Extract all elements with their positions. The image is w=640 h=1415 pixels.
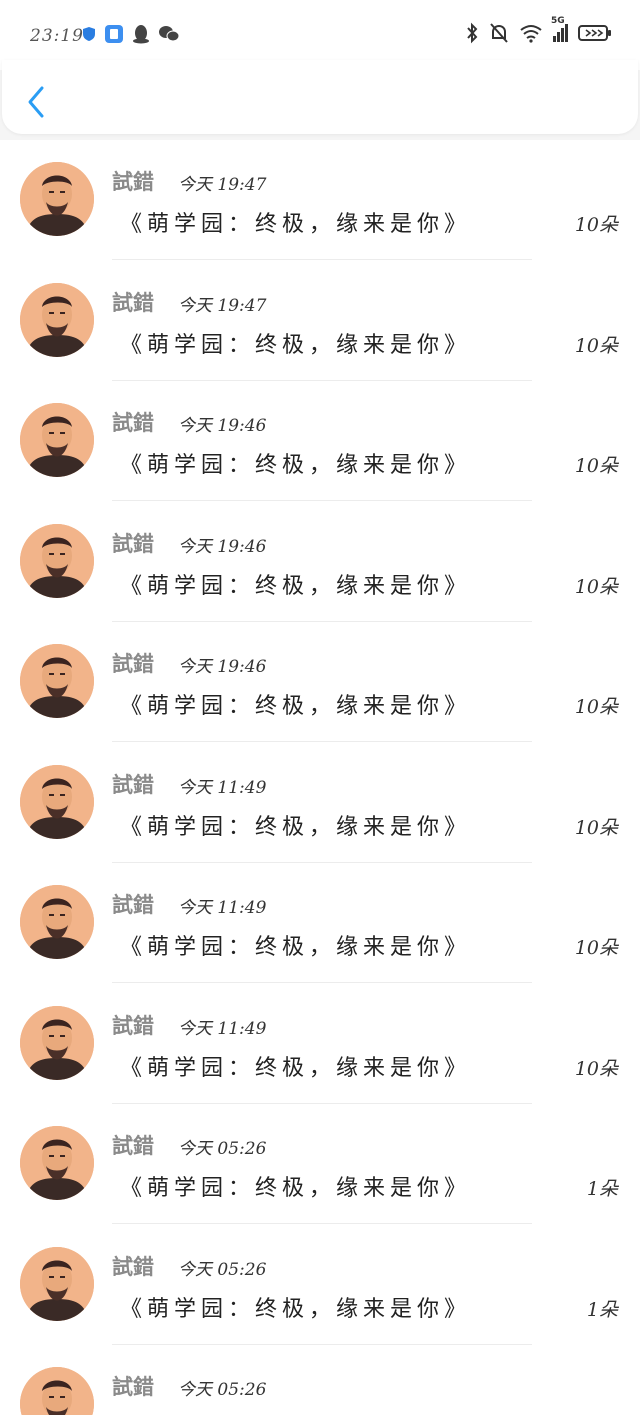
gift-title: 《萌学园：终极，缘来是你》 (120, 1296, 472, 1322)
gift-count: 1朵 (586, 1178, 618, 1200)
avatar-portrait-image (20, 764, 94, 839)
list-item[interactable]: 試錯 今天 19:46 《萌学园：终极，缘来是你》 10朵 (0, 381, 640, 501)
gift-time: 今天 11:49 (178, 1018, 267, 1039)
list-item[interactable]: 試錯 今天 19:46 《萌学园：终极，缘来是你》 10朵 (0, 622, 640, 742)
list-item[interactable]: 試錯 今天 05:26 《萌学园：终极，缘来是你》 (0, 1345, 640, 1415)
gift-title: 《萌学园：终极，缘来是你》 (120, 453, 472, 478)
list-item[interactable]: 試錯 今天 19:47 《萌学园：终极，缘来是你》 10朵 (0, 261, 640, 381)
avatar[interactable] (20, 1005, 94, 1080)
status-icons-left (82, 24, 180, 44)
gift-time: 今天 11:49 (178, 777, 267, 798)
avatar-portrait-image (20, 1367, 94, 1415)
gift-title: 《萌学园：终极，缘来是你》 (120, 814, 472, 840)
app-icon (105, 25, 123, 43)
mute-icon (490, 23, 508, 43)
wifi-icon (520, 25, 542, 43)
avatar-portrait-image (20, 403, 94, 477)
sender-name: 試錯 (112, 412, 154, 435)
gift-count: 10朵 (574, 575, 618, 598)
gift-count: 10朵 (574, 816, 618, 839)
gift-title: 《萌学园：终极，缘来是你》 (120, 694, 472, 719)
chevron-left-icon[interactable] (24, 84, 48, 120)
gift-count: 10朵 (574, 696, 618, 718)
list-item[interactable]: 試錯 今天 11:49 《萌学园：终极，缘来是你》 10朵 (0, 743, 640, 863)
list-item[interactable]: 試錯 今天 05:26 《萌学园：终极，缘来是你》 1朵 (0, 1225, 640, 1345)
gift-title: 《萌学园：终极，缘来是你》 (120, 573, 472, 599)
gift-title: 《萌学园：终极，缘来是你》 (120, 935, 472, 960)
sender-name: 試錯 (112, 1255, 154, 1279)
bluetooth-icon (467, 22, 478, 44)
avatar-portrait-image (20, 885, 94, 959)
gift-time: 今天 19:47 (178, 175, 267, 195)
avatar[interactable] (20, 403, 94, 477)
gift-time: 今天 05:26 (178, 1139, 267, 1159)
avatar-portrait-image (20, 644, 94, 718)
avatar[interactable] (20, 644, 94, 718)
signal-icon: 5G (551, 16, 568, 42)
gift-time: 今天 05:26 (178, 1259, 267, 1280)
status-time: 23:19 (30, 26, 84, 46)
gift-time: 今天 19:46 (178, 536, 267, 557)
gift-count: 10朵 (574, 334, 618, 357)
wechat-icon (159, 26, 180, 42)
avatar-portrait-image (20, 282, 94, 357)
sender-name: 試錯 (112, 291, 154, 315)
list-item[interactable]: 試錯 今天 11:49 《萌学园：终极，缘来是你》 10朵 (0, 863, 640, 983)
sender-name: 試錯 (112, 773, 154, 797)
avatar-portrait-image (20, 523, 94, 598)
avatar[interactable] (20, 764, 94, 839)
sender-name: 試錯 (112, 894, 154, 917)
avatar-portrait-image (20, 162, 94, 236)
sender-name: 試錯 (112, 1014, 154, 1038)
gift-time: 今天 05:26 (178, 1380, 267, 1400)
sender-name: 試錯 (112, 1135, 154, 1158)
qq-icon (133, 25, 149, 44)
avatar[interactable] (20, 282, 94, 357)
gift-title: 《萌学园：终极，缘来是你》 (120, 1411, 471, 1415)
gift-record-list: 試錯 今天 19:47 《萌学园：终极，缘来是你》 10朵 試錯 今天 19:4… (0, 140, 640, 1415)
gift-time: 今天 19:46 (178, 657, 267, 677)
network-type-label: 5G (551, 16, 565, 26)
top-nav-bar (2, 60, 638, 134)
gift-title: 《萌学园：终极，缘来是你》 (120, 1055, 472, 1081)
sender-name: 試錯 (112, 171, 154, 194)
avatar[interactable] (20, 1246, 94, 1321)
list-item[interactable]: 試錯 今天 19:46 《萌学园：终极，缘来是你》 10朵 (0, 502, 640, 622)
gift-count: 10朵 (574, 1057, 618, 1080)
gift-count: 10朵 (574, 937, 618, 959)
gift-count: 10朵 (574, 455, 618, 477)
gift-time: 今天 19:46 (178, 416, 267, 436)
list-item[interactable]: 試錯 今天 19:47 《萌学园：终极，缘来是你》 10朵 (0, 140, 640, 260)
avatar-portrait-image (20, 1005, 94, 1080)
battery-icon (578, 25, 611, 41)
avatar[interactable] (20, 885, 94, 959)
avatar-portrait-image (20, 1246, 94, 1321)
gift-time: 今天 11:49 (178, 898, 267, 918)
avatar-portrait-image (20, 1126, 94, 1200)
shield-icon (83, 27, 95, 41)
avatar[interactable] (20, 523, 94, 598)
list-item[interactable]: 試錯 今天 05:26 《萌学园：终极，缘来是你》 1朵 (0, 1104, 640, 1224)
gift-count: 1朵 (586, 1298, 618, 1321)
avatar[interactable] (20, 1126, 94, 1200)
avatar[interactable] (20, 162, 94, 236)
status-icons-right: 5G (465, 16, 612, 44)
gift-time: 今天 19:47 (178, 295, 267, 316)
avatar[interactable] (20, 1367, 94, 1415)
sender-name: 試錯 (112, 1376, 154, 1399)
sender-name: 試錯 (112, 532, 154, 556)
gift-title: 《萌学园：终极，缘来是你》 (120, 332, 472, 358)
list-item[interactable]: 試錯 今天 11:49 《萌学园：终极，缘来是你》 10朵 (0, 984, 640, 1104)
gift-count: 10朵 (574, 214, 618, 236)
gift-title: 《萌学园：终极，缘来是你》 (120, 212, 472, 237)
gift-title: 《萌学园：终极，缘来是你》 (120, 1176, 472, 1201)
sender-name: 試錯 (112, 653, 154, 676)
